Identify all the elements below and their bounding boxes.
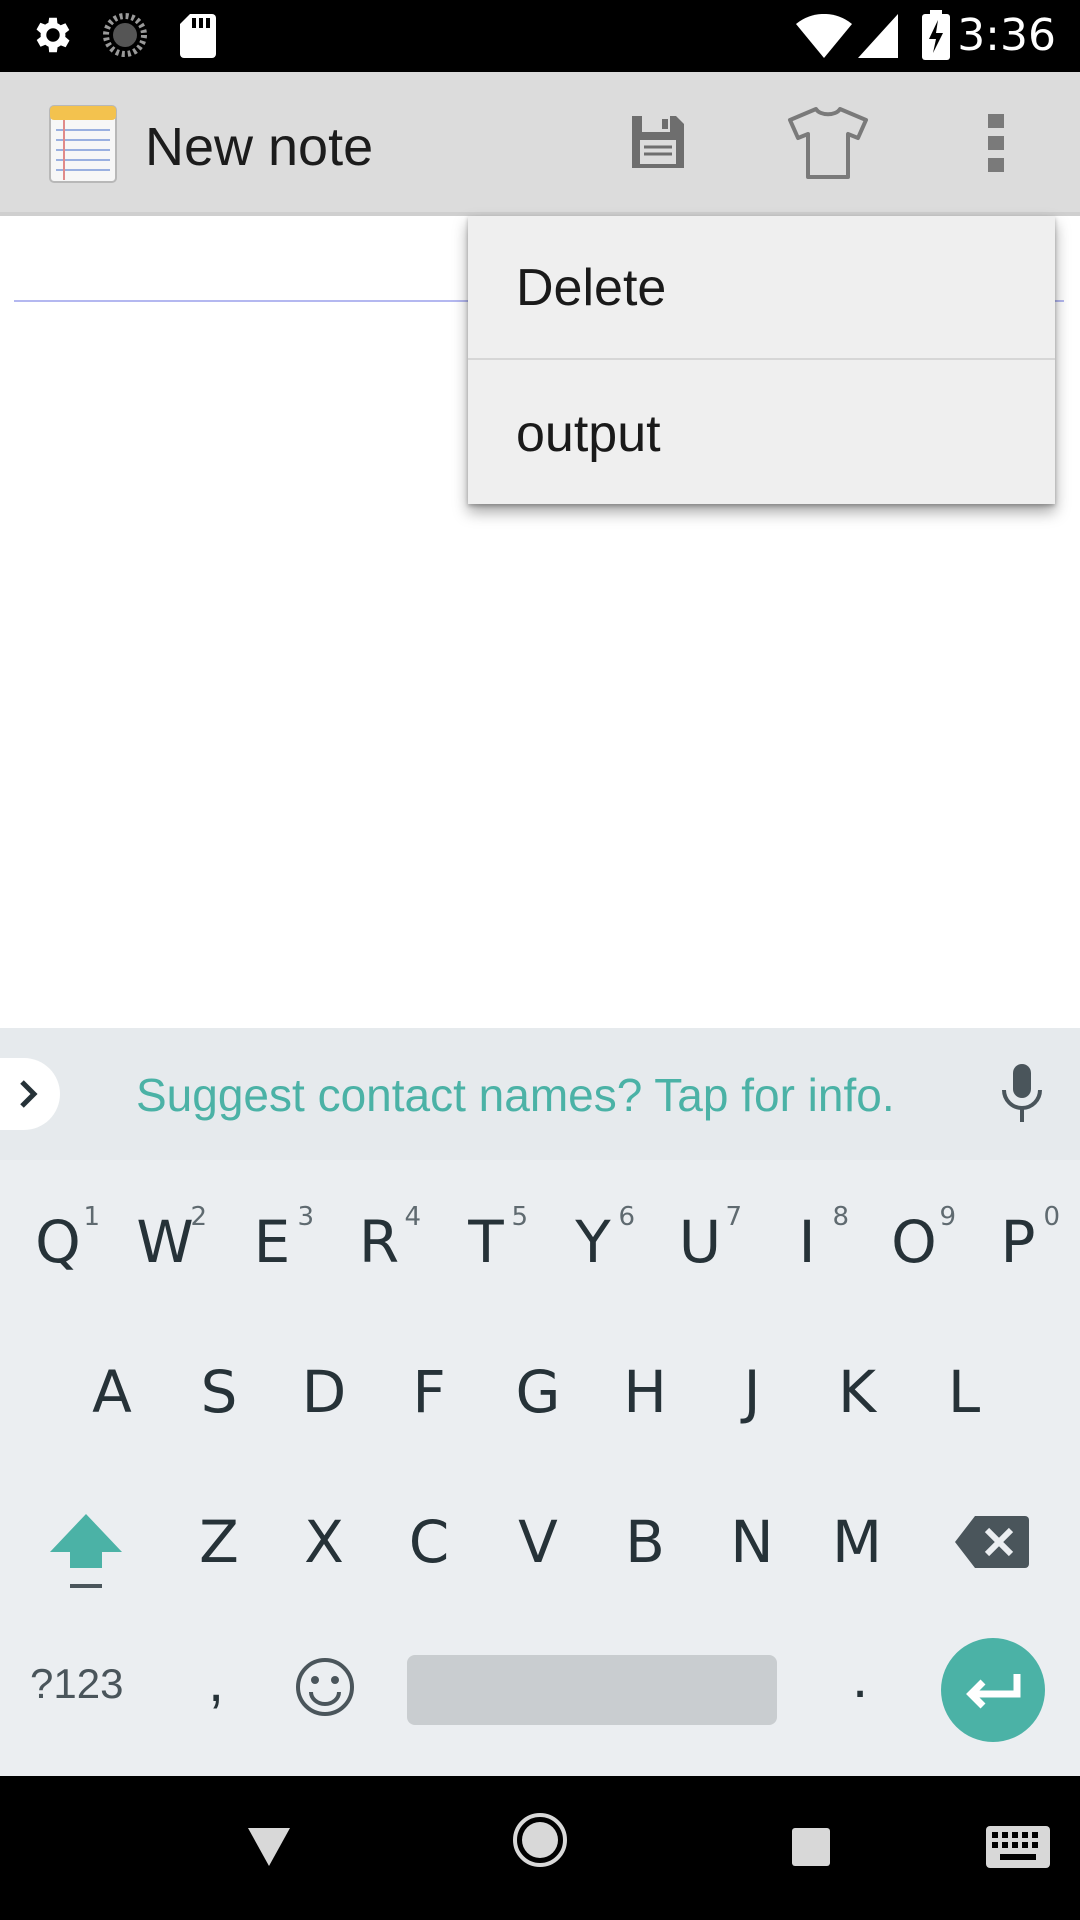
key-s[interactable]: S bbox=[171, 1332, 267, 1452]
key-hint: 7 bbox=[725, 1202, 742, 1232]
notepad-icon bbox=[48, 104, 118, 189]
key-i[interactable]: I8 bbox=[759, 1182, 855, 1302]
sd-card-icon bbox=[178, 12, 218, 63]
key-c[interactable]: C bbox=[381, 1482, 477, 1602]
key-d[interactable]: D bbox=[276, 1332, 372, 1452]
signal-icon bbox=[858, 14, 898, 63]
key-hint: 9 bbox=[939, 1202, 956, 1232]
sync-icon bbox=[102, 12, 148, 63]
keyboard-switch-icon[interactable] bbox=[986, 1826, 1050, 1873]
key-hint: 2 bbox=[190, 1202, 207, 1232]
key-label: W bbox=[136, 1208, 194, 1276]
key-u[interactable]: U7 bbox=[652, 1182, 748, 1302]
save-icon[interactable] bbox=[628, 112, 688, 177]
enter-arrow-icon bbox=[966, 1674, 1021, 1709]
key-a[interactable]: A bbox=[64, 1332, 160, 1452]
suggestion-text[interactable]: Suggest contact names? Tap for info. bbox=[136, 1068, 895, 1122]
key-m[interactable]: M bbox=[809, 1482, 905, 1602]
comma-key[interactable]: , bbox=[208, 1648, 224, 1715]
key-h[interactable]: H bbox=[597, 1332, 693, 1452]
key-y[interactable]: Y6 bbox=[545, 1182, 641, 1302]
recents-icon[interactable] bbox=[792, 1828, 830, 1871]
key-z[interactable]: Z bbox=[171, 1482, 267, 1602]
key-x[interactable]: X bbox=[276, 1482, 372, 1602]
microphone-icon[interactable] bbox=[996, 1062, 1048, 1129]
key-p[interactable]: P0 bbox=[970, 1182, 1066, 1302]
key-e[interactable]: E3 bbox=[224, 1182, 320, 1302]
key-label: Y bbox=[575, 1208, 611, 1276]
battery-charging-icon bbox=[922, 10, 950, 65]
key-hint: 8 bbox=[832, 1202, 849, 1232]
action-bar: New note bbox=[0, 72, 1080, 216]
key-q[interactable]: Q1 bbox=[10, 1182, 106, 1302]
key-label: E bbox=[253, 1208, 291, 1276]
status-time: 3:36 bbox=[957, 10, 1056, 61]
key-v[interactable]: V bbox=[490, 1482, 586, 1602]
key-j[interactable]: J bbox=[704, 1332, 800, 1452]
key-label: P bbox=[1000, 1208, 1036, 1276]
back-icon[interactable] bbox=[248, 1828, 290, 1871]
key-hint: 0 bbox=[1043, 1202, 1060, 1232]
key-label: U bbox=[678, 1208, 722, 1276]
key-t[interactable]: T5 bbox=[438, 1182, 534, 1302]
space-bar[interactable] bbox=[407, 1655, 777, 1725]
overflow-menu-icon[interactable] bbox=[986, 112, 1006, 179]
key-b[interactable]: B bbox=[597, 1482, 693, 1602]
key-l[interactable]: L bbox=[916, 1332, 1012, 1452]
key-hint: 5 bbox=[511, 1202, 528, 1232]
menu-item-output[interactable]: output bbox=[468, 362, 1055, 506]
period-key[interactable]: . bbox=[852, 1644, 868, 1711]
key-label: R bbox=[358, 1208, 400, 1276]
key-r[interactable]: R4 bbox=[331, 1182, 427, 1302]
keyboard: Q1 W2 E3 R4 T5 Y6 U7 I8 O9 P0 A S D F G … bbox=[0, 1160, 1080, 1776]
key-hint: 4 bbox=[404, 1202, 421, 1232]
shift-arrow-icon bbox=[50, 1514, 122, 1588]
emoji-key[interactable] bbox=[294, 1656, 356, 1723]
enter-key[interactable] bbox=[941, 1638, 1045, 1742]
key-g[interactable]: G bbox=[490, 1332, 586, 1452]
key-w[interactable]: W2 bbox=[117, 1182, 213, 1302]
status-bar: 3:36 bbox=[0, 0, 1080, 72]
backspace-key[interactable] bbox=[955, 1516, 1029, 1573]
shift-key[interactable] bbox=[48, 1510, 124, 1595]
smiley-icon bbox=[296, 1658, 354, 1716]
key-label: T bbox=[468, 1208, 504, 1276]
page-title: New note bbox=[145, 117, 374, 177]
chevron-right-icon bbox=[20, 1080, 38, 1108]
wifi-icon bbox=[796, 13, 852, 63]
settings-icon bbox=[30, 12, 76, 63]
key-n[interactable]: N bbox=[704, 1482, 800, 1602]
key-label: O bbox=[891, 1208, 937, 1276]
key-o[interactable]: O9 bbox=[866, 1182, 962, 1302]
navigation-bar bbox=[0, 1776, 1080, 1920]
overflow-popup-menu: Delete output bbox=[468, 216, 1055, 504]
menu-item-delete[interactable]: Delete bbox=[468, 216, 1055, 360]
suggestion-strip: Suggest contact names? Tap for info. bbox=[0, 1028, 1080, 1160]
key-hint: 3 bbox=[297, 1202, 314, 1232]
symbols-key[interactable]: ?123 bbox=[30, 1660, 123, 1708]
key-label: Q bbox=[35, 1208, 81, 1276]
key-label: I bbox=[798, 1208, 816, 1276]
key-k[interactable]: K bbox=[809, 1332, 905, 1452]
key-hint: 1 bbox=[83, 1202, 100, 1232]
theme-shirt-icon[interactable] bbox=[786, 106, 870, 185]
key-f[interactable]: F bbox=[381, 1332, 477, 1452]
backspace-icon bbox=[955, 1516, 1029, 1568]
expand-toolbar-button[interactable] bbox=[0, 1058, 60, 1130]
home-icon[interactable] bbox=[512, 1812, 568, 1873]
key-hint: 6 bbox=[618, 1202, 635, 1232]
